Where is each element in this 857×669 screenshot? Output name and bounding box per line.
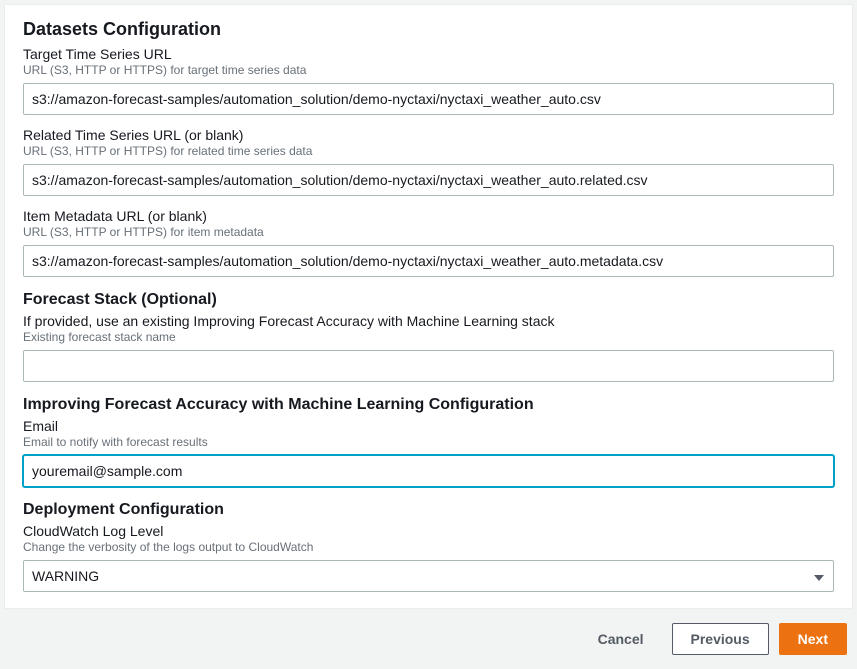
cancel-button[interactable]: Cancel	[580, 623, 662, 655]
metadata-url-input[interactable]	[23, 245, 834, 277]
deployment-title: Deployment Configuration	[23, 501, 834, 519]
config-form-panel: Datasets Configuration Target Time Serie…	[4, 4, 853, 609]
previous-button[interactable]: Previous	[672, 623, 769, 655]
email-helper: Email to notify with forecast results	[23, 435, 834, 449]
target-url-helper: URL (S3, HTTP or HTTPS) for target time …	[23, 63, 834, 77]
email-label: Email	[23, 418, 834, 434]
forecast-stack-subtitle: If provided, use an existing Improving F…	[23, 313, 834, 329]
next-button[interactable]: Next	[779, 623, 847, 655]
related-url-input[interactable]	[23, 164, 834, 196]
ml-config-title: Improving Forecast Accuracy with Machine…	[23, 396, 834, 414]
datasets-section-title: Datasets Configuration	[23, 19, 834, 40]
forecast-stack-input[interactable]	[23, 350, 834, 382]
wizard-footer: Cancel Previous Next	[4, 609, 853, 665]
metadata-url-label: Item Metadata URL (or blank)	[23, 208, 834, 224]
loglevel-select-wrap: WARNING	[23, 560, 834, 592]
loglevel-helper: Change the verbosity of the logs output …	[23, 540, 834, 554]
target-url-input[interactable]	[23, 83, 834, 115]
target-url-label: Target Time Series URL	[23, 46, 834, 62]
loglevel-select[interactable]: WARNING	[23, 560, 834, 592]
metadata-url-helper: URL (S3, HTTP or HTTPS) for item metadat…	[23, 225, 834, 239]
loglevel-label: CloudWatch Log Level	[23, 523, 834, 539]
forecast-stack-helper: Existing forecast stack name	[23, 330, 834, 344]
related-url-helper: URL (S3, HTTP or HTTPS) for related time…	[23, 144, 834, 158]
forecast-stack-title: Forecast Stack (Optional)	[23, 291, 834, 309]
related-url-label: Related Time Series URL (or blank)	[23, 127, 834, 143]
email-input[interactable]	[23, 455, 834, 487]
